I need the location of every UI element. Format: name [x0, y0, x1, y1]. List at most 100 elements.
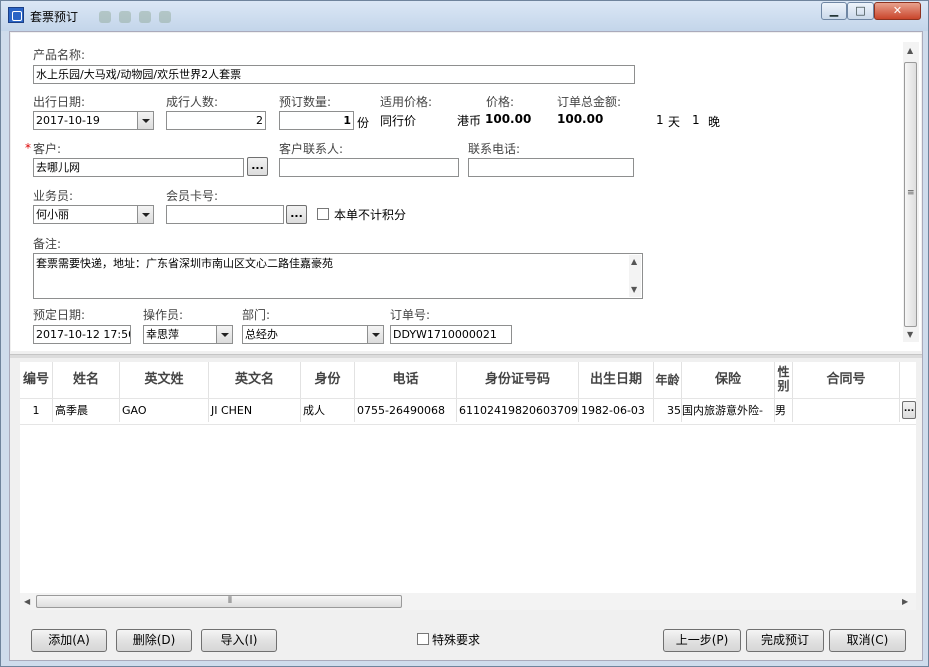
previous-button[interactable]: 上一步(P)	[663, 629, 741, 652]
cell-name[interactable]: 高季晨	[53, 399, 120, 422]
remarks-scroll-down-icon[interactable]: ▼	[631, 285, 637, 294]
travel-date-dropdown-icon[interactable]	[137, 112, 153, 129]
scroll-down-icon[interactable]: ▼	[907, 330, 913, 339]
no-points-checkbox[interactable]	[317, 208, 329, 220]
cancel-button[interactable]: 取消(C)	[829, 629, 906, 652]
remarks-scroll-up-icon[interactable]: ▲	[631, 257, 637, 266]
travel-date-value: 2017-10-19	[36, 114, 100, 127]
member-card-label: 会员卡号:	[166, 189, 219, 203]
quantity-field[interactable]: 1	[279, 111, 354, 130]
app-icon	[8, 7, 24, 23]
booking-date-field[interactable]: 2017-10-12 17:50	[33, 325, 131, 344]
booking-window: 套票预订 ▁ □ ✕ 产品名称: 水上乐园/大马戏/动物园/欢乐世界2人套票 出…	[0, 0, 929, 667]
customer-label: 客户:	[33, 142, 62, 156]
currency-value: 港币	[457, 114, 482, 128]
contract-browse-button[interactable]: ...	[902, 401, 916, 419]
cell-age[interactable]: 35	[654, 399, 682, 422]
column-header[interactable]: 姓名	[53, 362, 120, 398]
window-title: 套票预订	[30, 10, 79, 24]
remarks-label: 备注:	[33, 237, 62, 251]
quantity-unit: 份	[357, 116, 370, 130]
table-row[interactable]: 1 高季晨 GAO JI CHEN 成人 0755-26490068 61102…	[20, 398, 916, 425]
import-button[interactable]: 导入(I)	[201, 629, 277, 652]
column-header[interactable]: 合同号	[793, 362, 900, 398]
minimize-button[interactable]: ▁	[821, 2, 847, 20]
cell-surname-en[interactable]: GAO	[120, 399, 209, 422]
product-name-label: 产品名称:	[33, 48, 86, 62]
days-unit: 天	[668, 115, 681, 129]
member-card-browse-button[interactable]: ...	[286, 205, 307, 224]
column-header[interactable]: 英文名	[209, 362, 301, 398]
column-header[interactable]: 身份证号码	[457, 362, 579, 398]
travel-date-combo[interactable]: 2017-10-19	[33, 111, 154, 130]
passenger-grid: 编号 姓名 英文姓 英文名 身份 电话 身份证号码 出生日期 年龄 保险 性别 …	[20, 362, 916, 594]
form-vertical-scrollbar[interactable]: ▲ ≡ ▼	[903, 42, 919, 342]
travel-date-label: 出行日期:	[33, 95, 86, 109]
grid-horizontal-scrollbar[interactable]: ◀ ⦀ ▶	[20, 593, 916, 610]
cell-no[interactable]: 1	[20, 399, 53, 422]
column-header[interactable]: 年龄	[654, 362, 682, 398]
operator-combo[interactable]: 幸思萍	[143, 325, 233, 344]
remarks-textarea[interactable]: 套票需要快递，地址：广东省深圳市南山区文心二路佳嘉豪苑 ▲ ▼	[33, 253, 643, 299]
member-card-field[interactable]	[166, 205, 284, 224]
cell-birth[interactable]: 1982-06-03	[579, 399, 654, 422]
operator-dropdown-icon[interactable]	[216, 326, 232, 343]
column-header[interactable]: 身份	[301, 362, 355, 398]
remarks-scrollbar[interactable]: ▲ ▼	[629, 255, 641, 297]
add-button[interactable]: 添加(A)	[31, 629, 107, 652]
form-scroll-thumb[interactable]: ≡	[904, 62, 917, 327]
customer-browse-button[interactable]: ...	[247, 157, 268, 176]
order-no-label: 订单号:	[390, 308, 431, 322]
titlebar-tools	[99, 11, 179, 26]
scroll-up-icon[interactable]: ▲	[907, 46, 913, 55]
required-mark: *	[25, 141, 31, 155]
cell-gender[interactable]: 男	[775, 399, 793, 422]
scroll-right-icon[interactable]: ▶	[902, 597, 908, 606]
adults-field[interactable]: 2	[166, 111, 266, 130]
product-name-field[interactable]: 水上乐园/大马戏/动物园/欢乐世界2人套票	[33, 65, 635, 84]
delete-button[interactable]: 删除(D)	[116, 629, 192, 652]
customer-field[interactable]: 去哪儿网	[33, 158, 244, 177]
column-header[interactable]: 出生日期	[579, 362, 654, 398]
customer-contact-label: 客户联系人:	[279, 142, 344, 156]
department-combo[interactable]: 总经办	[242, 325, 384, 344]
phone-field[interactable]	[468, 158, 634, 177]
client-area: 产品名称: 水上乐园/大马戏/动物园/欢乐世界2人套票 出行日期: 2017-1…	[9, 31, 923, 661]
cell-identity[interactable]: 成人	[301, 399, 355, 422]
column-header[interactable]: 保险	[682, 362, 775, 398]
operator-value: 幸思萍	[146, 328, 179, 341]
salesperson-dropdown-icon[interactable]	[137, 206, 153, 223]
column-header[interactable]: 性别	[775, 362, 793, 398]
special-request-checkbox[interactable]	[417, 633, 429, 645]
cell-id-no[interactable]: 611024198206037098	[457, 399, 579, 422]
scroll-left-icon[interactable]: ◀	[24, 597, 30, 606]
booking-form-panel: 产品名称: 水上乐园/大马戏/动物园/欢乐世界2人套票 出行日期: 2017-1…	[11, 33, 921, 351]
close-button[interactable]: ✕	[874, 2, 921, 20]
cell-phone[interactable]: 0755-26490068	[355, 399, 457, 422]
column-header[interactable]: 电话	[355, 362, 457, 398]
department-value: 总经办	[245, 328, 278, 341]
cell-insurance[interactable]: 国内旅游意外险-	[682, 399, 775, 422]
days-value: 1	[656, 113, 664, 127]
grid-header: 编号 姓名 英文姓 英文名 身份 电话 身份证号码 出生日期 年龄 保险 性别 …	[20, 362, 916, 398]
nights-unit: 晚	[708, 115, 721, 129]
price-type-label: 适用价格:	[380, 95, 433, 109]
salesperson-combo[interactable]: 何小丽	[33, 205, 154, 224]
no-points-label: 本单不计积分	[334, 208, 407, 222]
booking-date-label: 预定日期:	[33, 308, 86, 322]
customer-contact-field[interactable]	[279, 158, 459, 177]
price-value: 100.00	[485, 112, 532, 126]
maximize-button[interactable]: □	[847, 2, 874, 20]
order-no-field[interactable]: DDYW1710000021	[390, 325, 512, 344]
price-label: 价格:	[486, 95, 515, 109]
cell-given-en[interactable]: JI CHEN	[209, 399, 301, 422]
salesperson-label: 业务员:	[33, 189, 74, 203]
department-dropdown-icon[interactable]	[367, 326, 383, 343]
finish-booking-button[interactable]: 完成预订	[746, 629, 824, 652]
phone-label: 联系电话:	[468, 142, 521, 156]
cell-contract[interactable]	[793, 399, 900, 422]
column-header[interactable]: 英文姓	[120, 362, 209, 398]
column-header[interactable]: 编号	[20, 362, 53, 398]
grid-scroll-thumb[interactable]: ⦀	[36, 595, 402, 608]
panel-splitter[interactable]	[10, 354, 922, 358]
